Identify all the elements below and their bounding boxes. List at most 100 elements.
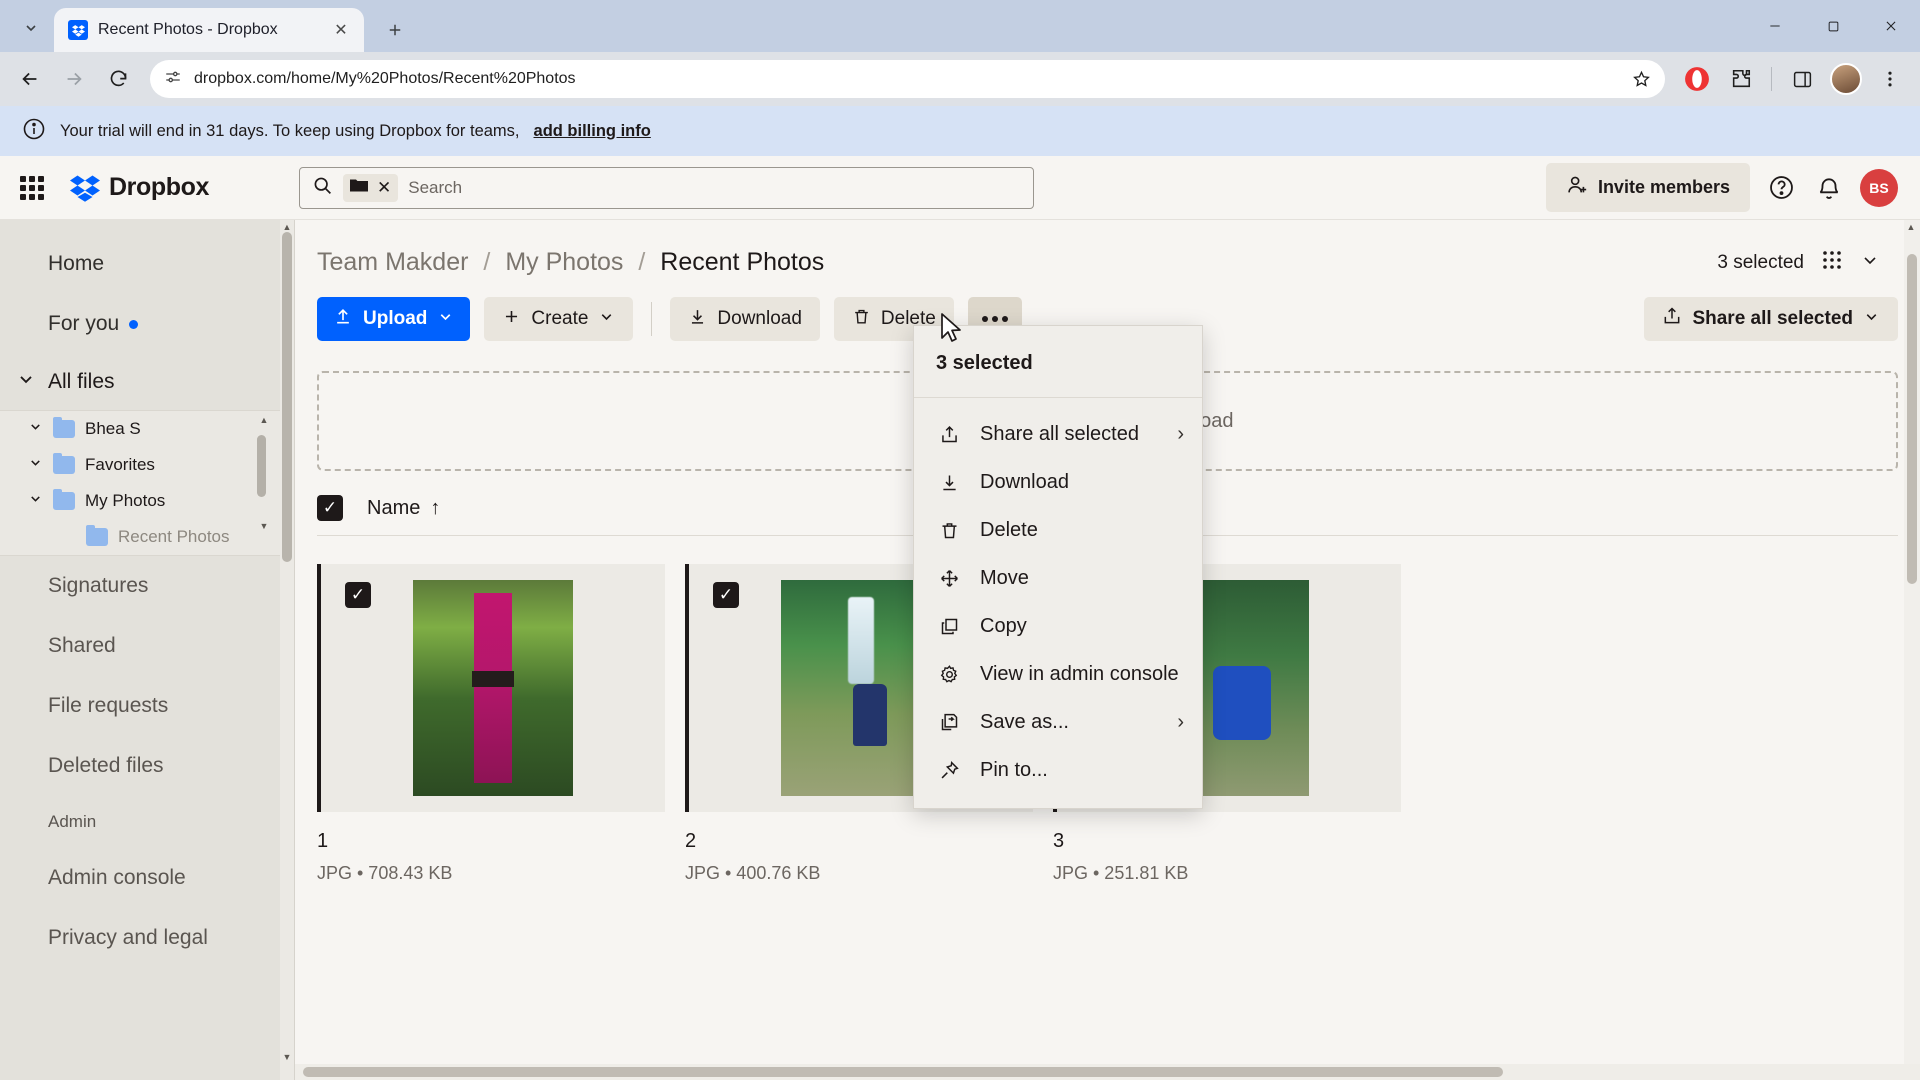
extensions-icon[interactable] — [1721, 59, 1761, 99]
menu-item-label: Save as... — [980, 710, 1069, 733]
sidebar-item-label: Signatures — [48, 574, 149, 597]
chevron-down-icon[interactable] — [28, 455, 43, 475]
menu-item-share-all-selected[interactable]: Share all selected › — [914, 410, 1202, 458]
side-panel-icon[interactable] — [1782, 59, 1822, 99]
scroll-up-arrow-icon[interactable]: ▲ — [259, 415, 269, 425]
scroll-up-arrow-icon[interactable]: ▲ — [282, 222, 292, 232]
menu-item-save-as[interactable]: Save as... › — [914, 698, 1202, 746]
trial-banner: Your trial will end in 31 days. To keep … — [0, 106, 1920, 156]
menu-item-copy[interactable]: Copy — [914, 602, 1202, 650]
breadcrumb-team[interactable]: Team Makder — [317, 248, 468, 276]
scroll-down-arrow-icon[interactable]: ▼ — [282, 1052, 292, 1062]
menu-item-pin-to[interactable]: Pin to... — [914, 746, 1202, 794]
dropbox-logo-text: Dropbox — [109, 173, 209, 201]
scroll-up-arrow-icon[interactable]: ▲ — [1906, 222, 1916, 232]
chevron-down-icon[interactable] — [28, 419, 43, 439]
sidebar-scrollbar[interactable]: ▲ ▼ — [280, 220, 294, 1080]
add-billing-info-link[interactable]: add billing info — [534, 122, 651, 141]
reload-icon[interactable] — [98, 59, 138, 99]
menu-item-delete[interactable]: Delete — [914, 506, 1202, 554]
opera-extension-icon[interactable] — [1677, 59, 1717, 99]
menu-item-download[interactable]: Download — [914, 458, 1202, 506]
sidebar-item-privacy-and-legal[interactable]: Privacy and legal — [0, 908, 294, 968]
menu-item-label: Copy — [980, 614, 1027, 637]
chevron-down-icon[interactable] — [16, 369, 36, 395]
sidebar-item-signatures[interactable]: Signatures — [0, 556, 294, 616]
main-horizontal-scrollbar[interactable] — [295, 1064, 1920, 1080]
menu-item-move[interactable]: Move — [914, 554, 1202, 602]
chevron-down-icon[interactable] — [28, 491, 43, 511]
tree-item-my-photos[interactable]: My Photos — [0, 483, 294, 519]
scroll-down-arrow-icon[interactable]: ▼ — [259, 521, 269, 531]
tree-scrollbar-thumb[interactable] — [257, 435, 266, 497]
minimize-icon[interactable] — [1746, 0, 1804, 52]
search-scope-chip[interactable]: ✕ — [342, 173, 399, 202]
sidebar-item-all-files[interactable]: All files — [0, 354, 294, 410]
maximize-icon[interactable] — [1804, 0, 1862, 52]
sidebar-item-file-requests[interactable]: File requests — [0, 676, 294, 736]
help-circle-icon[interactable] — [1764, 171, 1798, 205]
search-input[interactable]: ✕ Search — [298, 166, 1034, 209]
notification-bell-icon[interactable] — [1812, 171, 1846, 205]
folder-icon — [53, 489, 75, 510]
invite-members-button[interactable]: Invite members — [1545, 163, 1750, 212]
share-all-selected-button[interactable]: Share all selected — [1644, 297, 1898, 341]
sidebar-item-home[interactable]: Home — [0, 234, 294, 294]
file-card[interactable]: ✓ 1 JPG • 708.43 KB — [317, 564, 665, 884]
file-checkbox[interactable]: ✓ — [713, 582, 739, 608]
bookmark-star-icon[interactable] — [1625, 63, 1657, 95]
search-placeholder: Search — [408, 177, 463, 197]
profile-avatar[interactable] — [1826, 59, 1866, 99]
tune-icon[interactable] — [164, 68, 182, 91]
tree-scrollbar[interactable]: ▲ ▼ — [257, 415, 269, 531]
tree-item-recent-photos[interactable]: Recent Photos — [0, 519, 294, 555]
sidebar-item-deleted-files[interactable]: Deleted files — [0, 736, 294, 796]
chevron-down-icon[interactable] — [598, 308, 615, 331]
tree-item-bhea-s[interactable]: Bhea S — [0, 411, 294, 447]
breadcrumb-folder[interactable]: My Photos — [505, 248, 623, 276]
horizontal-scrollbar-thumb[interactable] — [303, 1067, 1503, 1077]
sidebar-item-shared[interactable]: Shared — [0, 616, 294, 676]
new-tab-button[interactable] — [378, 13, 412, 47]
sidebar-section-admin: Admin — [0, 796, 294, 848]
file-checkbox[interactable]: ✓ — [345, 582, 371, 608]
user-initials-badge[interactable]: BS — [1860, 168, 1898, 207]
sidebar-scrollbar-thumb[interactable] — [282, 232, 292, 562]
folder-tree: Bhea S Favorites My Photos Recent Photos — [0, 410, 294, 556]
menu-item-view-in-admin-console[interactable]: View in admin console — [914, 650, 1202, 698]
sidebar-item-admin-console[interactable]: Admin console — [0, 848, 294, 908]
main-scrollbar-thumb[interactable] — [1907, 254, 1917, 584]
pin-icon — [936, 760, 962, 781]
menu-item-label: Pin to... — [980, 758, 1048, 781]
download-button[interactable]: Download — [670, 297, 820, 341]
upload-button[interactable]: Upload — [317, 297, 471, 341]
back-icon[interactable] — [10, 59, 50, 99]
close-icon[interactable]: ✕ — [328, 17, 354, 43]
sidebar-item-label: All files — [48, 370, 115, 393]
window-close-icon[interactable] — [1862, 0, 1920, 52]
create-button[interactable]: Create — [484, 297, 634, 341]
dropbox-logo[interactable]: Dropbox — [70, 173, 209, 203]
address-bar[interactable]: dropbox.com/home/My%20Photos/Recent%20Ph… — [150, 60, 1665, 98]
sidebar-item-for-you[interactable]: For you — [0, 294, 294, 354]
file-meta: 2 JPG • 400.76 KB — [685, 812, 1033, 884]
file-thumbnail[interactable]: ✓ — [317, 564, 665, 812]
three-dot-menu-icon[interactable] — [1870, 59, 1910, 99]
select-all-checkbox[interactable]: ✓ — [317, 495, 343, 521]
browser-tab[interactable]: Recent Photos - Dropbox ✕ — [54, 8, 364, 52]
chevron-down-icon[interactable] — [1860, 250, 1880, 275]
column-header-name[interactable]: Name ↑ — [367, 497, 440, 520]
chevron-down-icon[interactable] — [437, 308, 454, 331]
grid-view-icon[interactable] — [1820, 248, 1844, 277]
invite-members-label: Invite members — [1597, 177, 1730, 197]
chip-clear-icon[interactable]: ✕ — [377, 178, 391, 198]
tab-search-icon[interactable] — [8, 8, 54, 48]
tree-item-favorites[interactable]: Favorites — [0, 447, 294, 483]
app-grid-icon[interactable] — [18, 174, 46, 202]
share-icon — [936, 424, 962, 445]
chevron-down-icon[interactable] — [1863, 308, 1880, 331]
sort-ascending-icon[interactable]: ↑ — [430, 497, 440, 520]
forward-icon[interactable] — [54, 59, 94, 99]
dropbox-header: Dropbox ✕ Search Invite members BS — [0, 156, 1920, 220]
main-vertical-scrollbar[interactable]: ▲ — [1904, 220, 1920, 1080]
